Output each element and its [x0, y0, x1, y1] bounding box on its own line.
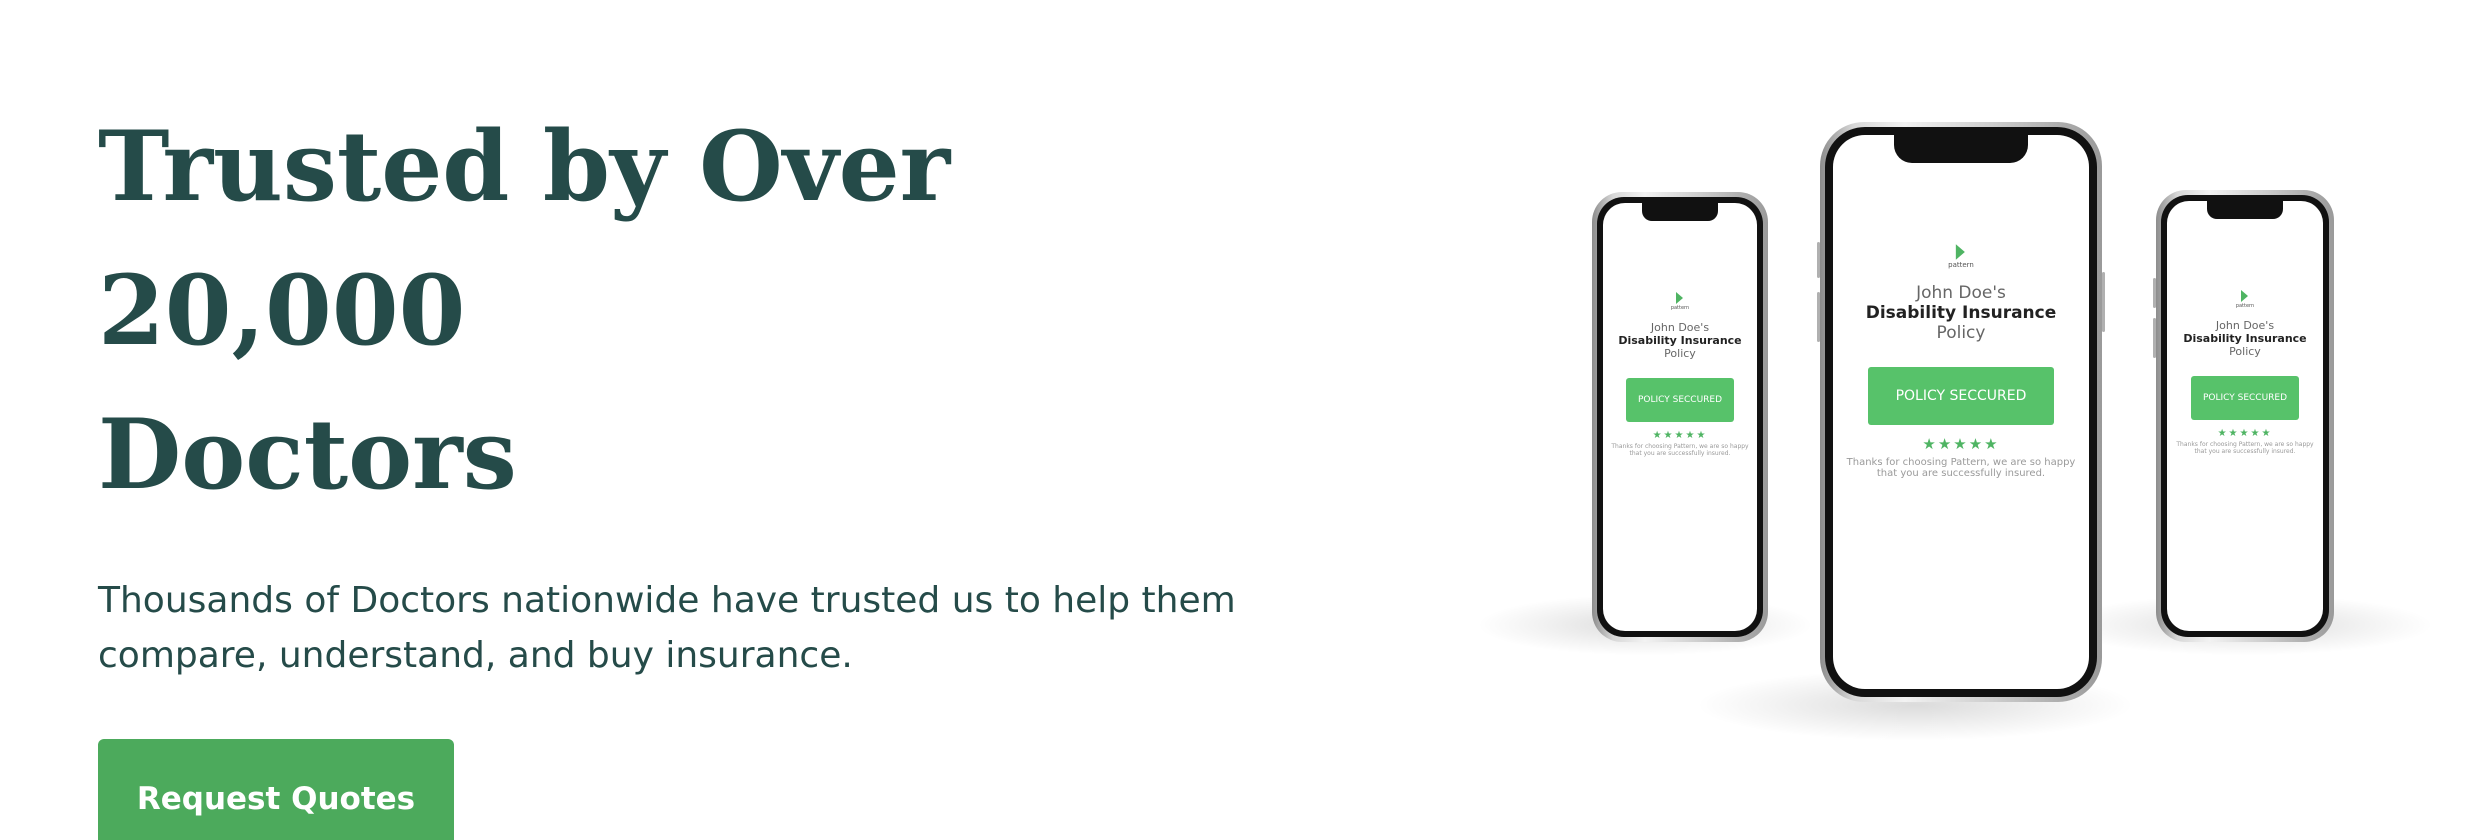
- rating-stars: ★★★★★: [2217, 428, 2273, 439]
- thanks-line-2: that you are successfully insured.: [1876, 468, 2046, 479]
- policy-label: Policy: [1664, 347, 1696, 360]
- pattern-logo-icon: [1955, 244, 1965, 260]
- phone-left: pattern John Doe's Disability Insurance …: [1592, 192, 1768, 642]
- policy-name: John Doe's: [2215, 319, 2275, 332]
- policy-label: Policy: [2229, 345, 2261, 358]
- hero-headline: Trusted by Over 20,000 Doctors: [98, 95, 1338, 527]
- phone-side-button: [1817, 292, 1820, 342]
- thanks-line-1: Thanks for choosing Pattern, we are so h…: [2176, 441, 2314, 448]
- policy-secured-button: POLICY SECCURED: [1626, 378, 1734, 422]
- rating-stars: ★★★★★: [1922, 435, 2000, 453]
- hero-text-column: Trusted by Over 20,000 Doctors Thousands…: [98, 95, 1338, 840]
- pattern-logo-icon: [2241, 290, 2248, 302]
- rating-stars: ★★★★★: [1652, 430, 1708, 441]
- phone-right-screen: pattern John Doe's Disability Insurance …: [2167, 289, 2323, 455]
- hero-subtext: Thousands of Doctors nationwide have tru…: [98, 580, 1236, 676]
- logo-text: pattern: [1670, 305, 1690, 311]
- policy-title: Disability Insurance: [1865, 303, 2057, 323]
- phone-notch: [2207, 201, 2283, 219]
- thanks-line-2: that you are successfully insured.: [2194, 448, 2296, 455]
- policy-title: Disability Insurance: [2183, 332, 2307, 345]
- phone-side-button: [2102, 272, 2105, 332]
- logo-text: pattern: [2235, 303, 2255, 309]
- policy-name: John Doe's: [1650, 321, 1710, 334]
- phone-side-button: [1817, 242, 1820, 278]
- hero-section: Trusted by Over 20,000 Doctors Thousands…: [0, 0, 2472, 840]
- policy-secured-button: POLICY SECCURED: [1868, 367, 2054, 425]
- pattern-logo-icon: [1676, 292, 1683, 304]
- policy-title: Disability Insurance: [1618, 334, 1742, 347]
- thanks-line-1: Thanks for choosing Pattern, we are so h…: [1846, 457, 2076, 468]
- policy-label: Policy: [1936, 323, 1986, 343]
- request-quotes-button[interactable]: Request Quotes: [98, 739, 454, 840]
- phones-illustration: pattern John Doe's Disability Insurance …: [1480, 100, 2440, 740]
- phone-side-button: [2153, 318, 2156, 358]
- thanks-line-1: Thanks for choosing Pattern, we are so h…: [1611, 443, 1749, 450]
- phone-center-screen: pattern John Doe's Disability Insurance …: [1833, 243, 2089, 479]
- headline-line-2: Doctors: [98, 398, 517, 511]
- phone-notch: [1642, 203, 1718, 221]
- policy-secured-button: POLICY SECCURED: [2191, 376, 2299, 420]
- logo-text: pattern: [1948, 261, 1974, 269]
- phone-center: pattern John Doe's Disability Insurance …: [1817, 122, 2105, 702]
- phone-side-button: [2153, 278, 2156, 308]
- thanks-line-2: that you are successfully insured.: [1629, 450, 1731, 457]
- policy-name: John Doe's: [1916, 283, 2006, 303]
- phone-notch: [1894, 135, 2028, 163]
- phone-right: pattern John Doe's Disability Insurance …: [2153, 190, 2334, 642]
- phone-left-screen: pattern John Doe's Disability Insurance …: [1603, 291, 1757, 457]
- headline-line-1: Trusted by Over 20,000: [98, 110, 951, 367]
